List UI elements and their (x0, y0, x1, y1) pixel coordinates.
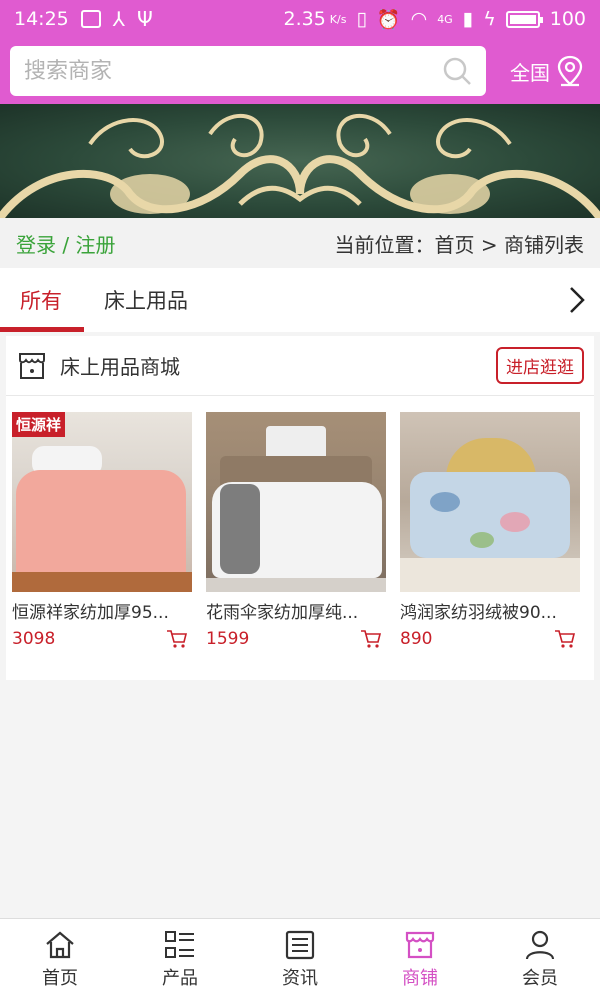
ornament-graphic (0, 114, 600, 218)
nav-member[interactable]: 会员 (480, 919, 600, 1000)
cart-icon[interactable] (166, 629, 188, 649)
store-header: 床上用品商城 进店逛逛 (6, 336, 594, 396)
alarm-icon: ⏰ (376, 8, 401, 31)
nav-label: 会员 (522, 967, 558, 989)
product-image[interactable] (206, 412, 386, 592)
signal-icon: ▮ (462, 8, 474, 30)
tab-bedding[interactable]: 床上用品 (84, 268, 208, 332)
product-price: 890 (400, 629, 433, 649)
tabs-next-button[interactable] (554, 268, 600, 332)
charging-icon: ϟ (483, 8, 496, 30)
product-name: 恒源祥家纺加厚95... (12, 603, 169, 623)
cart-icon[interactable] (554, 629, 576, 649)
app-header: 全国 (0, 38, 600, 104)
user-icon (525, 930, 555, 959)
nav-label: 商铺 (402, 967, 438, 989)
search-icon[interactable] (442, 56, 472, 86)
status-bar: 14:25 ⅄ Ψ 2.35 K/s ▯ ⏰ ◠ 4G ▮ ϟ 100 (0, 0, 600, 38)
shop-icon (405, 931, 435, 958)
nav-label: 产品 (162, 967, 198, 989)
breadcrumb-bar: 登录 / 注册 当前位置：首页 > 商铺列表 (0, 218, 600, 268)
product-item[interactable]: 鸿润家纺羽绒被90... 890 (400, 412, 580, 649)
product-name: 花雨伞家纺加厚纯... (206, 603, 359, 623)
promo-banner[interactable] (0, 104, 600, 218)
store-name[interactable]: 床上用品商城 (60, 351, 180, 380)
bottom-nav: 首页 产品 资讯 商铺 会员 (0, 918, 600, 1000)
region-selector[interactable]: 全国 (510, 55, 590, 87)
nav-shops[interactable]: 商铺 (360, 919, 480, 1000)
image-icon (80, 10, 101, 28)
product-item[interactable]: 花雨伞家纺加厚纯... 1599 (206, 412, 386, 649)
network-speed: 2.35 (283, 8, 326, 30)
list-icon (165, 930, 194, 958)
signal-label: 4G (437, 12, 453, 26)
network-speed-unit: K/s (329, 12, 347, 26)
product-price: 3098 (12, 629, 56, 649)
tab-all[interactable]: 所有 (0, 268, 84, 332)
shop-icon (19, 352, 45, 379)
product-image[interactable]: 恒源祥 (12, 412, 192, 592)
login-register-link[interactable]: 登录 / 注册 (16, 229, 115, 258)
tab-label: 床上用品 (104, 289, 188, 313)
cart-icon[interactable] (360, 629, 382, 649)
nav-products[interactable]: 产品 (120, 919, 240, 1000)
search-input[interactable] (24, 58, 442, 84)
battery-icon (505, 10, 543, 28)
vibrate-icon: ▯ (356, 8, 367, 30)
status-time: 14:25 (14, 8, 69, 30)
category-tabs: 所有 床上用品 (0, 268, 600, 332)
battery-level: 100 (549, 8, 586, 30)
share-icon: ⅄ (112, 7, 125, 31)
nav-home[interactable]: 首页 (0, 919, 120, 1000)
chevron-right-icon (570, 287, 585, 313)
product-price: 1599 (206, 629, 250, 649)
nav-label: 资讯 (282, 967, 318, 989)
brand-tag: 恒源祥 (12, 412, 66, 437)
product-image[interactable] (400, 412, 580, 592)
search-box[interactable] (10, 46, 486, 96)
wifi-icon: ◠ (410, 8, 428, 30)
nav-label: 首页 (42, 967, 78, 989)
nav-news[interactable]: 资讯 (240, 919, 360, 1000)
product-list: 恒源祥 恒源祥家纺加厚95... 3098 花雨伞家纺加厚纯... 1599 鸿… (6, 396, 594, 649)
product-item[interactable]: 恒源祥 恒源祥家纺加厚95... 3098 (12, 412, 192, 649)
home-icon (46, 931, 74, 958)
tab-label: 所有 (20, 289, 62, 313)
product-name: 鸿润家纺羽绒被90... (400, 603, 557, 623)
usb-icon: Ψ (136, 7, 153, 31)
location-pin-icon (557, 55, 583, 87)
breadcrumb: 当前位置：首页 > 商铺列表 (334, 232, 584, 257)
store-card: 床上用品商城 进店逛逛 恒源祥 恒源祥家纺加厚95... 3098 花雨伞家纺加… (6, 336, 594, 680)
region-label: 全国 (510, 60, 550, 85)
news-icon (285, 930, 315, 959)
visit-store-button[interactable]: 进店逛逛 (496, 347, 584, 384)
